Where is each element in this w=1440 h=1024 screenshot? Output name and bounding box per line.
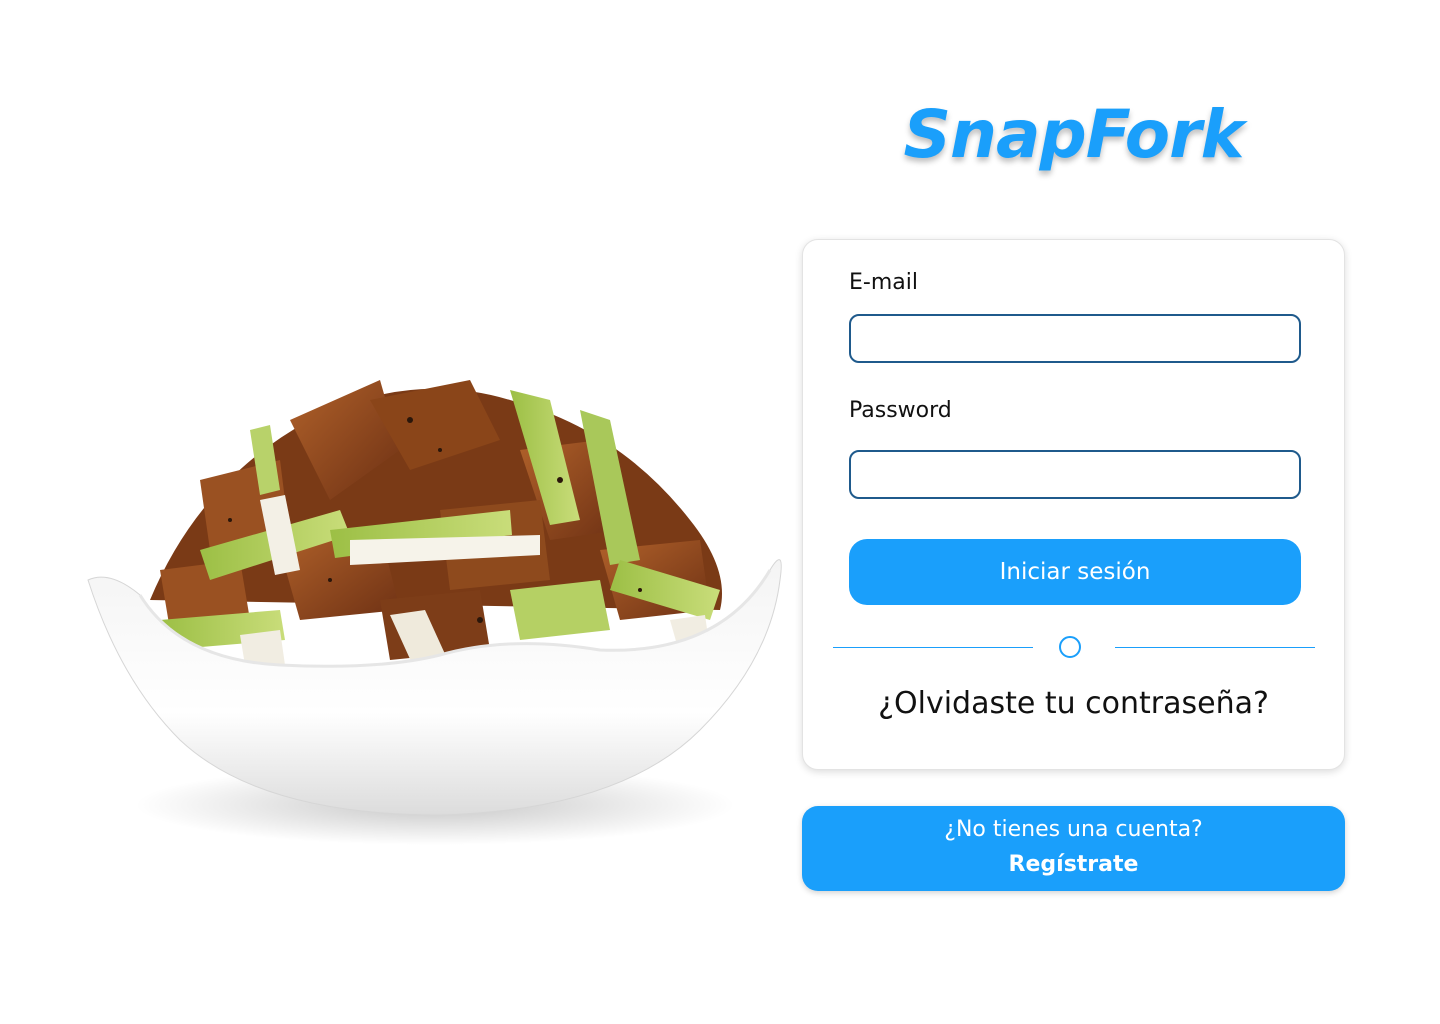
- food-bowl-illustration: [87, 380, 782, 845]
- divider-circle-icon: [1059, 636, 1081, 658]
- login-card: E-mail Password Iniciar sesión ¿Olvidast…: [802, 239, 1345, 770]
- register-question: ¿No tienes una cuenta?: [944, 817, 1203, 842]
- food-bowl-image: [80, 360, 790, 850]
- email-label: E-mail: [849, 270, 918, 295]
- brand-logo-text: SnapFork: [903, 96, 1244, 173]
- forgot-password-link[interactable]: ¿Olvidaste tu contraseña?: [803, 686, 1344, 721]
- divider-left: [833, 647, 1033, 648]
- password-field[interactable]: [849, 450, 1301, 499]
- login-button[interactable]: Iniciar sesión: [849, 539, 1301, 605]
- register-link[interactable]: Regístrate: [802, 852, 1345, 877]
- password-label: Password: [849, 398, 952, 423]
- login-page: SnapFork E-mail Password Iniciar sesión …: [0, 0, 1440, 1024]
- email-field[interactable]: [849, 314, 1301, 363]
- register-button[interactable]: ¿No tienes una cuenta? Regístrate: [802, 806, 1345, 891]
- divider-right: [1115, 647, 1315, 648]
